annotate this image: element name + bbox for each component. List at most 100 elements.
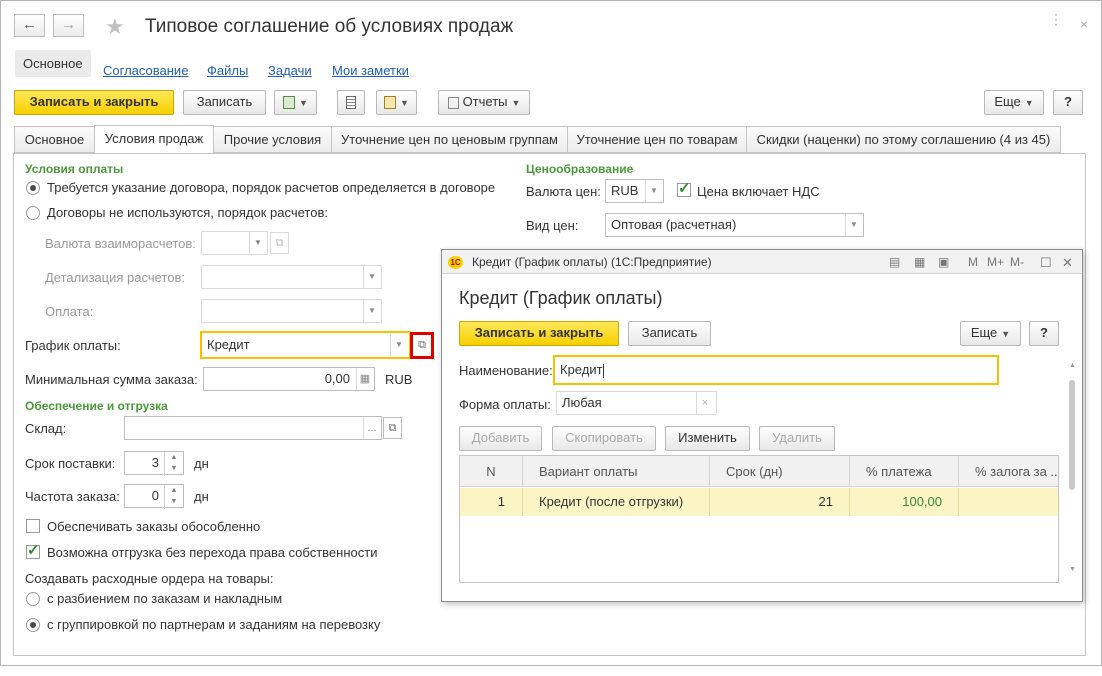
more-icon[interactable]: ⋮ bbox=[1049, 11, 1064, 28]
tab-price-goods[interactable]: Уточнение цен по товарам bbox=[567, 126, 747, 153]
chevron-down-icon: ▼ bbox=[363, 300, 380, 322]
main-window: ← → ★ Типовое соглашение об условиях про… bbox=[0, 0, 1102, 666]
radio-no-contracts[interactable] bbox=[26, 206, 40, 220]
chevron-down-icon: ▼ bbox=[1024, 98, 1034, 108]
nav-tab-notes[interactable]: Мои заметки bbox=[332, 63, 409, 78]
open-icon[interactable]: ⧉ bbox=[383, 417, 402, 439]
popup-scrollbar[interactable]: ▲ ▼ bbox=[1067, 362, 1077, 576]
chevron-down-icon[interactable]: ▼ bbox=[645, 180, 662, 202]
reports-button[interactable]: Отчеты ▼ bbox=[438, 90, 530, 115]
add-button[interactable]: Добавить bbox=[459, 426, 542, 451]
spreadsheet-icon[interactable]: ▦ bbox=[914, 255, 925, 269]
radio-no-contracts-label: Договоры не используются, порядок расчет… bbox=[47, 205, 328, 220]
payment-schedule-field[interactable]: Кредит ▼ bbox=[200, 331, 411, 359]
name-field[interactable]: Кредит bbox=[553, 355, 999, 385]
popup-save-close-button[interactable]: Записать и закрыть bbox=[459, 321, 619, 346]
save-close-button[interactable]: Записать и закрыть bbox=[14, 90, 174, 115]
memory-plus-icon[interactable]: M+ bbox=[987, 255, 1004, 269]
price-currency-field[interactable]: RUB ▼ bbox=[605, 179, 664, 203]
scroll-down-icon[interactable]: ▼ bbox=[1069, 566, 1076, 573]
copy-button[interactable]: Скопировать bbox=[552, 426, 656, 451]
nav-tab-files[interactable]: Файлы bbox=[207, 63, 248, 78]
radio-group-orders[interactable] bbox=[26, 618, 40, 632]
warehouse-label: Склад: bbox=[25, 421, 67, 436]
app-logo-icon: 1С bbox=[448, 256, 463, 269]
tab-main[interactable]: Основное bbox=[14, 126, 95, 153]
column-header-variant[interactable]: Вариант оплаты bbox=[523, 456, 710, 487]
edit-button[interactable]: Изменить bbox=[665, 426, 750, 451]
popup-titlebar: 1С Кредит (График оплаты) (1С:Предприяти… bbox=[442, 250, 1082, 274]
create-based-button[interactable]: ▼ bbox=[274, 90, 317, 115]
separate-orders-checkbox[interactable] bbox=[26, 519, 40, 533]
min-sum-field[interactable]: 0,00 ▦ bbox=[203, 367, 375, 391]
help-button[interactable]: ? bbox=[1053, 90, 1083, 115]
tab-price-groups[interactable]: Уточнение цен по ценовым группам bbox=[331, 126, 568, 153]
payment-form-field[interactable]: Любая × bbox=[556, 391, 717, 415]
document-clock-icon bbox=[384, 96, 397, 110]
payment-field: ▼ bbox=[201, 299, 382, 323]
settlement-detail-label: Детализация расчетов: bbox=[45, 270, 185, 285]
calculator-icon[interactable]: ▦ bbox=[356, 368, 373, 390]
nav-tab-approval[interactable]: Согласование bbox=[103, 63, 188, 78]
radio-group-orders-label: с группировкой по партнерам и заданиям н… bbox=[47, 617, 381, 632]
calendar-icon[interactable]: ▣ bbox=[938, 255, 949, 269]
column-header-n[interactable]: N bbox=[460, 456, 523, 487]
tab-discounts[interactable]: Скидки (наценки) по этому соглашению (4 … bbox=[746, 126, 1061, 153]
print-button[interactable] bbox=[337, 90, 365, 115]
memory-icon[interactable]: M bbox=[968, 255, 978, 269]
close-icon[interactable]: ✕ bbox=[1062, 255, 1073, 271]
cell-percent: 100,00 bbox=[850, 488, 959, 516]
spin-arrows-icon[interactable]: ▲ ▼ bbox=[164, 452, 183, 476]
cell-days: 21 bbox=[710, 488, 850, 516]
back-button[interactable]: ← bbox=[14, 14, 45, 37]
scroll-thumb[interactable] bbox=[1069, 380, 1075, 490]
payment-form-label: Форма оплаты: bbox=[459, 397, 551, 412]
delete-button[interactable]: Удалить bbox=[759, 426, 835, 451]
tab-sales-terms[interactable]: Условия продаж bbox=[94, 125, 214, 154]
price-type-label: Вид цен: bbox=[526, 218, 579, 233]
maximize-icon[interactable]: ☐ bbox=[1040, 255, 1052, 271]
open-schedule-icon[interactable]: ⧉ bbox=[413, 335, 431, 356]
popup-window-title: Кредит (График оплаты) (1С:Предприятие) bbox=[472, 255, 712, 269]
select-ellipsis-icon[interactable]: ... bbox=[363, 417, 380, 439]
popup-save-button[interactable]: Записать bbox=[628, 321, 711, 346]
order-frequency-label: Частота заказа: bbox=[25, 489, 120, 504]
column-header-days[interactable]: Срок (дн) bbox=[710, 456, 850, 487]
clear-icon[interactable]: × bbox=[696, 392, 713, 414]
radio-contract-required[interactable] bbox=[26, 181, 40, 195]
chevron-down-icon: ▼ bbox=[363, 266, 380, 288]
reports-icon bbox=[447, 96, 459, 109]
tab-other-terms[interactable]: Прочие условия bbox=[213, 126, 332, 153]
print-icon[interactable]: ▤ bbox=[889, 255, 900, 269]
chevron-down-icon[interactable]: ▼ bbox=[845, 214, 862, 236]
nav-tab-main[interactable]: Основное bbox=[15, 50, 91, 77]
chevron-down-icon: ▼ bbox=[400, 98, 409, 108]
save-button[interactable]: Записать bbox=[183, 90, 266, 115]
shipping-section-title: Обеспечение и отгрузка bbox=[25, 399, 168, 413]
more-button[interactable]: Еще ▼ bbox=[984, 90, 1044, 115]
settlement-detail-field: ▼ bbox=[201, 265, 382, 289]
forward-button[interactable]: → bbox=[53, 14, 84, 37]
spin-arrows-icon[interactable]: ▲ ▼ bbox=[164, 485, 183, 509]
favorite-star-icon[interactable]: ★ bbox=[105, 14, 125, 40]
column-header-deposit[interactable]: % залога за ... bbox=[959, 456, 1058, 487]
attach-button[interactable]: ▼ bbox=[376, 90, 417, 115]
ship-without-ownership-checkbox[interactable] bbox=[26, 541, 40, 559]
memory-minus-icon[interactable]: M- bbox=[1010, 255, 1024, 269]
popup-help-button[interactable]: ? bbox=[1029, 321, 1059, 346]
close-icon[interactable]: × bbox=[1080, 16, 1088, 32]
column-header-percent[interactable]: % платежа bbox=[850, 456, 959, 487]
open-icon: ⧉ bbox=[270, 232, 289, 254]
nav-tab-tasks[interactable]: Задачи bbox=[268, 63, 312, 78]
price-type-field[interactable]: Оптовая (расчетная) ▼ bbox=[605, 213, 864, 237]
warehouse-field[interactable]: ... bbox=[124, 416, 382, 440]
price-includes-vat-checkbox[interactable] bbox=[677, 179, 691, 197]
radio-split-orders[interactable] bbox=[26, 592, 40, 606]
order-frequency-stepper[interactable]: 0 ▲ ▼ bbox=[124, 484, 184, 509]
scroll-up-icon[interactable]: ▲ bbox=[1069, 362, 1076, 369]
popup-more-button[interactable]: Еще ▼ bbox=[960, 321, 1021, 346]
lead-time-stepper[interactable]: 3 ▲ ▼ bbox=[124, 451, 184, 476]
payment-label: Оплата: bbox=[45, 304, 94, 319]
chevron-down-icon[interactable]: ▼ bbox=[390, 334, 407, 356]
table-row[interactable]: 1 Кредит (после отгрузки) 21 100,00 bbox=[460, 488, 1058, 516]
